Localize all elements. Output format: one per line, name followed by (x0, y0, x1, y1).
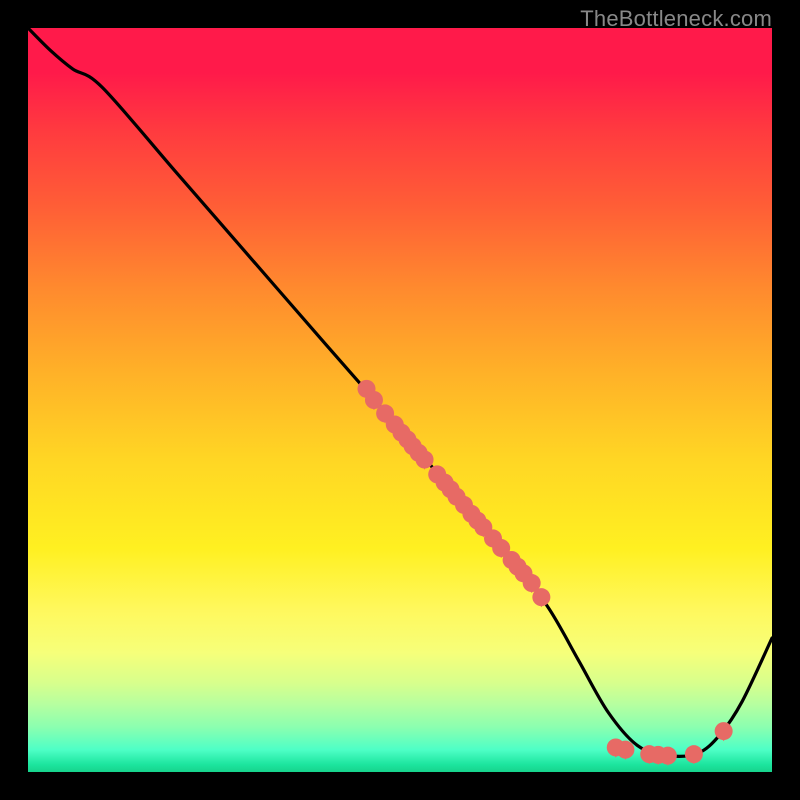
bottleneck-curve (28, 28, 772, 756)
watermark-text: TheBottleneck.com (580, 6, 772, 32)
curve-layer (28, 28, 772, 756)
plot-area (28, 28, 772, 772)
data-point (616, 741, 634, 760)
chart-container: TheBottleneck.com (0, 0, 800, 800)
points-layer (358, 380, 733, 766)
chart-svg (28, 28, 772, 772)
data-point (685, 745, 703, 764)
